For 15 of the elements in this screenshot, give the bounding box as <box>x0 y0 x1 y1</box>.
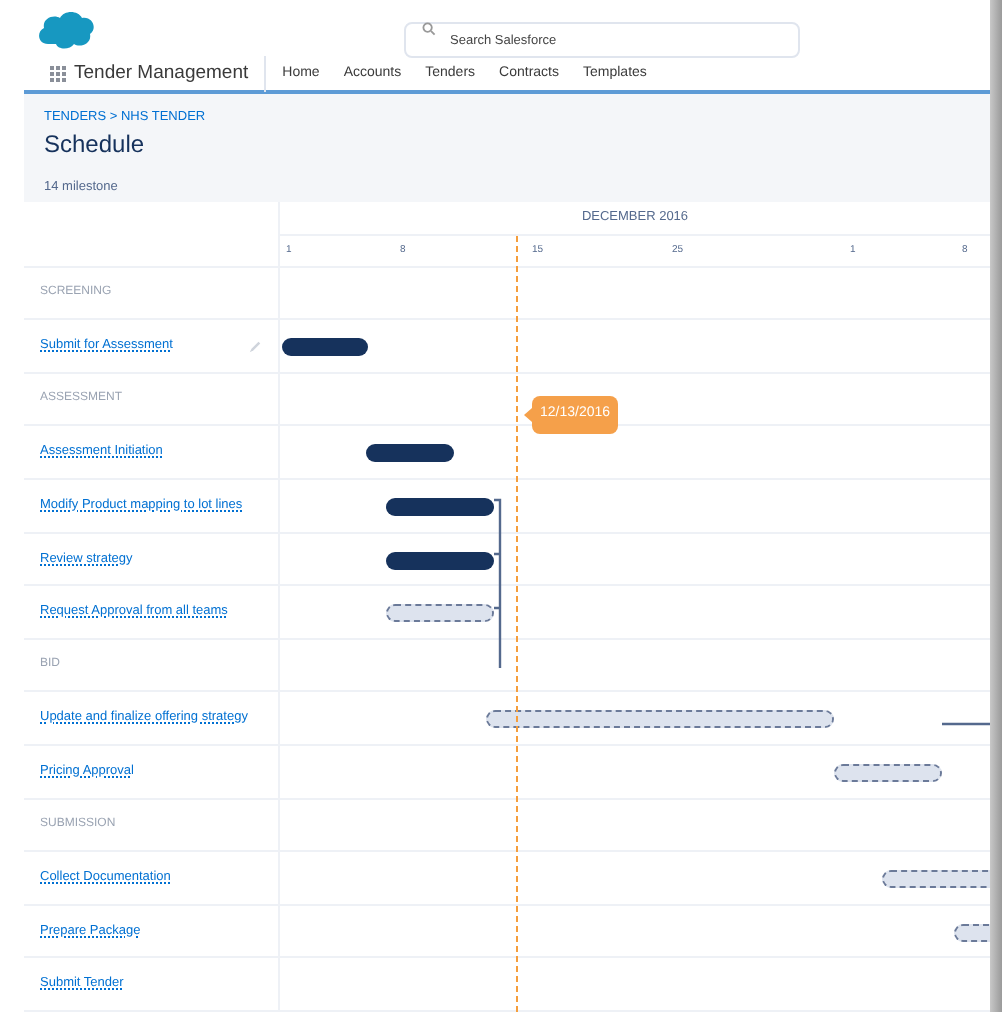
planned-task-bar[interactable] <box>486 710 834 729</box>
completed-task-bar[interactable] <box>386 551 494 570</box>
completed-task-bar[interactable] <box>386 498 494 517</box>
dependency-connector-drawing <box>942 721 990 726</box>
app-name: Tender Management <box>74 56 267 93</box>
logo-icon <box>36 7 96 52</box>
planned-task-bar[interactable] <box>386 604 494 623</box>
completed-task-bar[interactable] <box>282 338 368 357</box>
app-launcher-icon[interactable] <box>50 66 66 83</box>
planned-task-bar[interactable] <box>834 764 942 783</box>
planned-task-bar[interactable] <box>882 870 990 889</box>
completed-task-bar[interactable] <box>366 444 454 463</box>
page-title: Schedule <box>44 128 147 161</box>
tooltip-pointer-icon <box>524 407 532 422</box>
search-icon <box>422 22 436 37</box>
